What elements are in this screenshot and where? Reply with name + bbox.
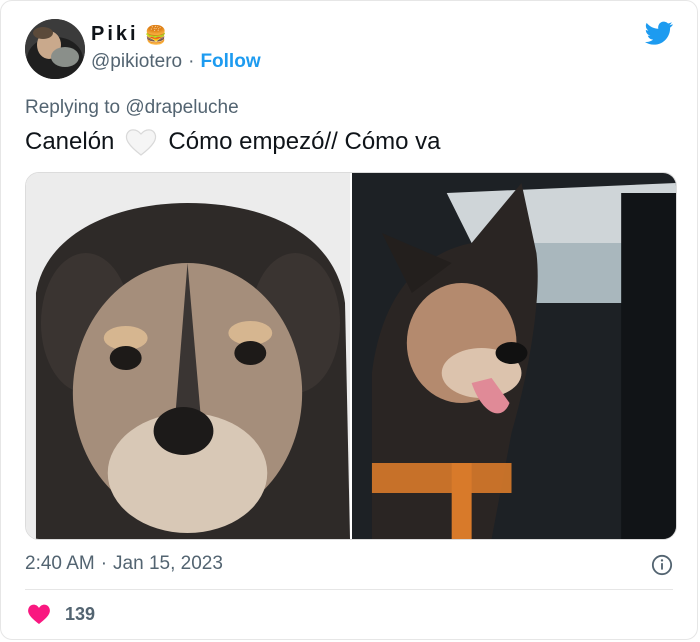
tweet-media: [25, 172, 677, 540]
timestamp-separator: ·: [100, 553, 108, 574]
avatar[interactable]: [25, 19, 85, 79]
divider: [25, 589, 673, 590]
white-heart-icon: [126, 129, 157, 156]
follow-button[interactable]: Follow: [200, 51, 260, 73]
timestamp[interactable]: 2:40 AM · Jan 15, 2023: [25, 553, 223, 575]
tweet-text: Canelón Cómo empezó// Cómo va: [25, 127, 441, 157]
tweet-time: 2:40 AM: [25, 553, 95, 574]
reply-mention[interactable]: @drapeluche: [125, 97, 238, 118]
name-row: Piki 🍔: [91, 23, 167, 46]
heart-icon[interactable]: [27, 603, 51, 625]
tweet-header: Piki 🍔 @pikiotero · Follow: [25, 19, 675, 79]
replying-to: Replying to @drapeluche: [25, 97, 239, 119]
tweet-text-part-2: Cómo empezó// Cómo va: [168, 128, 441, 155]
dog-in-car-photo[interactable]: [352, 173, 676, 539]
twitter-bird-icon[interactable]: [643, 19, 675, 47]
like-action[interactable]: 139: [27, 603, 95, 625]
replying-prefix: Replying to: [25, 97, 121, 118]
info-icon[interactable]: [651, 554, 673, 576]
handle-row: @pikiotero · Follow: [91, 51, 261, 73]
tweet-text-part-1: Canelón: [25, 128, 115, 155]
tweet-card: Piki 🍔 @pikiotero · Follow Replying to @…: [0, 0, 698, 640]
display-name[interactable]: Piki: [91, 23, 139, 46]
separator-dot: ·: [188, 51, 195, 72]
puppy-face-photo[interactable]: [26, 173, 350, 539]
tweet-date: Jan 15, 2023: [113, 553, 223, 574]
handle[interactable]: @pikiotero: [91, 51, 182, 73]
burger-emoji: 🍔: [144, 24, 167, 45]
like-count: 139: [65, 603, 96, 624]
